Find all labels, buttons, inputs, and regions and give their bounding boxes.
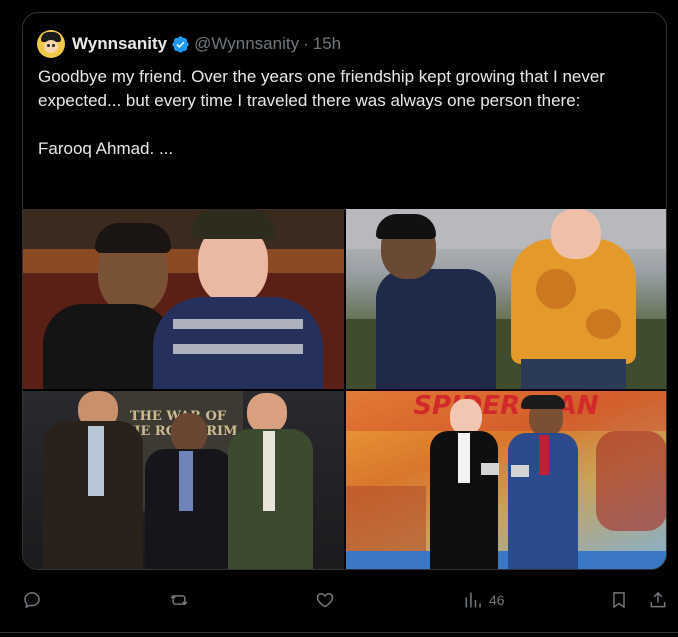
views-button[interactable]: 46	[463, 585, 505, 615]
share-icon	[650, 591, 666, 608]
tweet-action-bar: 46	[0, 585, 678, 615]
photo-restaurant-selfie[interactable]	[23, 209, 344, 389]
timestamp[interactable]: 15h	[313, 34, 341, 54]
retweet-icon	[170, 594, 188, 606]
views-icon	[465, 592, 481, 608]
avatar[interactable]	[37, 30, 65, 58]
bookmark-icon	[613, 592, 625, 609]
retweet-button[interactable]	[169, 585, 189, 615]
tweet-view: Wynnsanity @Wynnsanity · 15h Goodbye my …	[0, 0, 678, 637]
quoted-tweet-text: Goodbye my friend. Over the years one fr…	[38, 67, 605, 158]
photo-outdoor-event[interactable]	[346, 209, 666, 389]
media-grid: THE WAR OF THE ROHIRRIM SPIDER-MAN	[23, 209, 666, 569]
quoted-tweet-card[interactable]: Wynnsanity @Wynnsanity · 15h Goodbye my …	[22, 12, 667, 570]
divider	[0, 632, 678, 633]
bookmark-button[interactable]	[609, 585, 629, 615]
poster-text: SPIDER-MAN	[413, 391, 599, 421]
like-button[interactable]	[315, 585, 335, 615]
share-button[interactable]	[648, 585, 668, 615]
views-count: 46	[489, 592, 505, 608]
quoted-tweet-header: Wynnsanity @Wynnsanity · 15h	[37, 30, 341, 58]
heart-icon	[316, 592, 334, 608]
photo-movie-premiere-spiderman[interactable]: SPIDER-MAN	[346, 391, 666, 569]
reply-icon	[24, 592, 40, 609]
photo-movie-premiere-rohirrim[interactable]: THE WAR OF THE ROHIRRIM	[23, 391, 344, 569]
separator-dot: ·	[303, 34, 309, 53]
display-name[interactable]: Wynnsanity	[72, 34, 167, 54]
reply-button[interactable]	[22, 585, 42, 615]
handle[interactable]: @Wynnsanity	[194, 34, 299, 54]
verified-badge-icon	[172, 35, 189, 53]
